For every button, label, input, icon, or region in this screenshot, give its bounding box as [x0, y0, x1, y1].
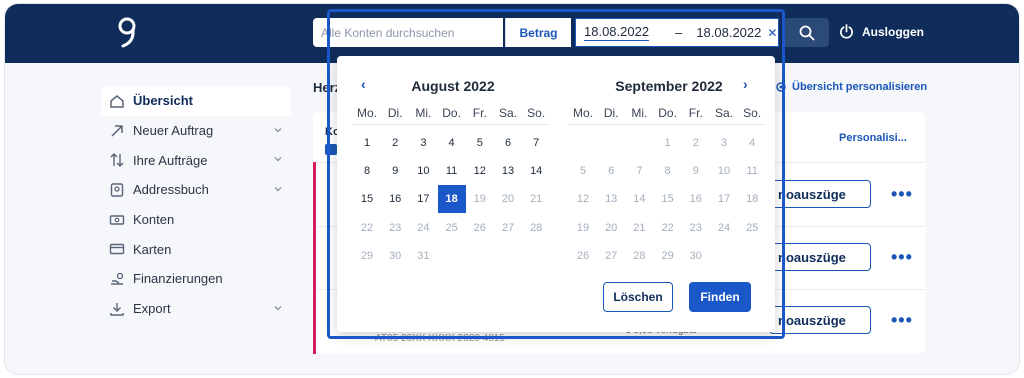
- power-icon: [840, 24, 853, 39]
- sidebar-item-label: Export: [133, 301, 171, 317]
- sidebar-item-financing[interactable]: Finanzierungen: [101, 264, 291, 294]
- sidebar-item-home[interactable]: Übersicht: [101, 86, 291, 116]
- more-options-button[interactable]: •••: [891, 184, 913, 205]
- sidebar-item-label: Finanzierungen: [133, 271, 223, 287]
- bank-note-icon: [109, 214, 125, 225]
- personalize-overview-link[interactable]: Übersicht personalisieren: [775, 81, 927, 93]
- personalize-section-link[interactable]: Personalisi...: [839, 132, 907, 144]
- chevron-down-icon[interactable]: [273, 154, 283, 164]
- account-row-marker: [313, 289, 316, 354]
- address-book-icon: [110, 183, 124, 197]
- sidebar-item-label: Karten: [133, 241, 172, 257]
- sidebar-item-label: Neuer Auftrag: [133, 123, 214, 139]
- sidebar-item-download[interactable]: Export: [101, 294, 291, 324]
- more-options-button[interactable]: •••: [891, 310, 913, 331]
- financing-icon: [111, 272, 124, 285]
- sidebar-item-bank-note[interactable]: Konten: [101, 205, 291, 235]
- more-options-button[interactable]: •••: [891, 247, 913, 268]
- search-icon: [799, 25, 815, 40]
- sidebar-item-transfer[interactable]: Ihre Aufträge: [101, 145, 291, 175]
- sidebar-item-label: Konten: [133, 212, 175, 228]
- chevron-down-icon[interactable]: [273, 125, 283, 135]
- chevron-down-icon[interactable]: [273, 303, 283, 313]
- sidebar-item-label: Ihre Aufträge: [133, 152, 208, 168]
- home-icon: [110, 94, 124, 108]
- logo: [118, 17, 136, 48]
- chevron-down-icon[interactable]: [273, 184, 283, 194]
- sidebar-item-card[interactable]: Karten: [101, 234, 291, 264]
- account-row-marker: [313, 226, 316, 289]
- sidebar-item-address-book[interactable]: Addressbuch: [101, 175, 291, 205]
- search-button[interactable]: [785, 18, 829, 47]
- sidebar-item-label: Addressbuch: [133, 182, 209, 198]
- account-row-marker: [313, 162, 316, 226]
- logout-label: Ausloggen: [862, 24, 924, 39]
- card-icon: [109, 244, 125, 255]
- app-window: Ausloggen Übersicht Neuer Auftrag Ihre Auf…: [4, 3, 1020, 375]
- arrow-up-right-icon: [111, 124, 123, 137]
- sidebar-item-arrow-up-right[interactable]: Neuer Auftrag: [101, 116, 291, 146]
- sidebar-item-label: Übersicht: [133, 93, 193, 109]
- sidebar: Übersicht Neuer Auftrag Ihre Aufträge Addre…: [101, 86, 291, 324]
- transfer-icon: [110, 153, 124, 168]
- focus-highlight: [327, 9, 785, 339]
- personalize-overview-label: Übersicht personalisieren: [792, 81, 928, 93]
- logout-button[interactable]: Ausloggen: [839, 24, 924, 39]
- download-icon: [110, 302, 124, 316]
